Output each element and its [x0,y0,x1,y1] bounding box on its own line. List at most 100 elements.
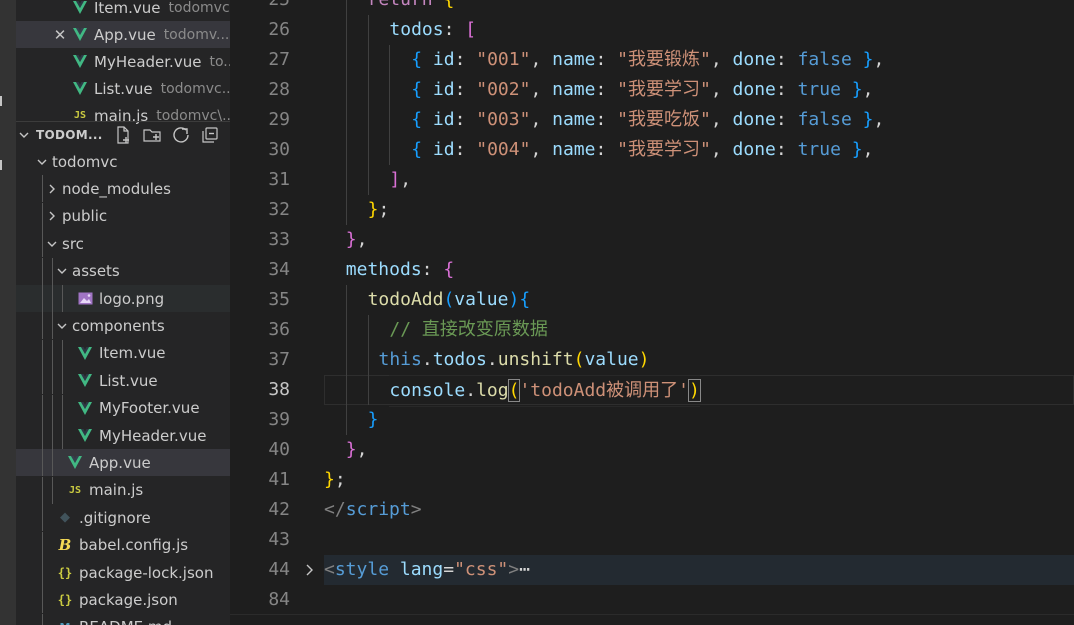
chevron-down-icon [34,156,50,168]
indent-guide [52,394,53,422]
indent-guide [367,75,369,105]
line-number: 27 [268,49,290,70]
chevron-down-icon [54,320,70,332]
folder-item[interactable]: components [16,312,230,340]
indent-guide [52,422,53,449]
code-line[interactable]: 39} [230,405,1074,435]
indent-guide [345,165,347,195]
folder-item[interactable]: public [16,202,230,230]
file-item[interactable]: MyFooter.vue [16,394,230,422]
code-token: , [862,139,874,160]
code-line[interactable]: 33}, [230,225,1074,255]
indent-guide [52,312,53,340]
code-line[interactable]: 29 { id: "003", name: "我要吃饭", done: false… [230,105,1074,135]
code-token: "002" [476,79,531,100]
indent-guide [345,405,347,435]
file-item[interactable]: List.vue [16,367,230,395]
indent-guide [367,165,369,195]
open-editor-path: to... [209,53,230,70]
code-text: ], [389,165,411,195]
code-line[interactable]: 84 [230,585,1074,615]
tree-item-label: Item.vue [99,344,166,363]
code-text: { id: "001", name: "我要锻炼", done: false }… [411,45,884,75]
code-line[interactable]: 38 console.log('todoAdd被调用了') [230,375,1074,407]
horizontal-scrollbar[interactable] [230,614,1074,625]
code-token: { [411,79,423,100]
refresh-icon[interactable] [171,125,191,145]
open-editor-item[interactable]: List.vue todomvc... [16,75,230,102]
code-line[interactable]: 41}; [230,465,1074,495]
code-text: return { [368,0,455,15]
code-token: : [775,49,798,70]
code-token: ) [638,349,650,370]
code-line[interactable]: 40}, [230,435,1074,465]
code-token: ; [334,469,346,490]
code-line[interactable]: 32}; [230,195,1074,225]
code-token: : [421,259,444,280]
open-editor-item[interactable]: Item.vue todomvc [16,0,230,21]
file-item[interactable]: M README.md [16,613,230,625]
code-editor[interactable]: 25return {26todos: [ 27 { id: "001", name:… [230,0,1074,625]
file-item[interactable]: {} package-lock.json [16,559,230,586]
chevron-right-icon[interactable] [303,555,319,577]
open-editor-item[interactable]: ✕ App.vue todomv... [16,21,230,48]
line-number: 40 [268,439,290,460]
code-token: < [324,559,335,580]
indent-guide [345,75,347,105]
code-line[interactable]: 31], [230,165,1074,195]
line-number: 31 [268,169,290,190]
code-token: value [454,289,509,310]
tree-item-label: README.md [79,618,172,625]
code-line[interactable]: 28 { id: "002", name: "我要学习", done: true … [230,75,1074,105]
code-text: }; [324,465,346,495]
code-line[interactable]: 34 methods: { [230,255,1074,285]
new-folder-icon[interactable] [142,125,162,145]
code-line[interactable]: 36 // 直接改变原数据 [230,315,1074,345]
file-item[interactable]: JS main.js [16,476,230,504]
code-line[interactable]: 26 todos: [ [230,15,1074,45]
code-line[interactable]: 35 todoAdd(value){ [230,285,1074,315]
indent-guide [62,285,63,312]
file-item[interactable]: logo.png [16,285,230,312]
code-line[interactable]: 43 [230,525,1074,555]
file-item[interactable]: {} package.json [16,586,230,614]
code-token: ⋯ [519,559,530,580]
indent-guide [42,285,43,312]
folder-item[interactable]: assets [16,257,230,285]
file-item[interactable]: Item.vue [16,339,230,367]
line-number: 43 [268,529,290,550]
collapse-all-icon[interactable] [200,125,220,145]
indent-guide [42,531,43,559]
file-item[interactable]: MyHeader.vue [16,422,230,449]
code-token: { [443,0,454,10]
open-editor-name: MyHeader.vue [94,52,202,71]
tree-item-label: main.js [89,481,144,500]
indent-guide [367,135,369,165]
indent-guide [389,45,391,75]
code-token: : [775,139,798,160]
code-line[interactable]: 37 this.todos.unshift(value) [230,345,1074,375]
code-line[interactable]: 44 <style lang="css">⋯ [230,555,1074,585]
folder-item[interactable]: src [16,230,230,258]
indent-guide [389,105,391,135]
open-editor-item[interactable]: MyHeader.vue to... [16,48,230,75]
code-line[interactable]: 27 { id: "001", name: "我要锻炼", done: false… [230,45,1074,75]
code-line[interactable]: 30 { id: "004", name: "我要学习", done: true … [230,135,1074,165]
explorer-section-header[interactable]: TODOM... [16,121,230,148]
code-line[interactable]: 25 return { [230,0,1074,15]
code-text: } [368,405,379,435]
code-line[interactable]: 42 </script> [230,495,1074,525]
indent-guide [42,613,43,625]
code-text: todoAdd(value){ [368,285,531,315]
close-icon[interactable]: ✕ [49,26,71,44]
file-item[interactable]: ◆ .gitignore [16,504,230,532]
js-icon: JS [73,110,87,121]
file-item[interactable]: Bbabel.config.js [16,531,230,559]
folder-item[interactable]: todomvc [16,148,230,175]
code-token: done [732,139,776,160]
tree-item-label: assets [72,262,120,281]
file-item[interactable]: App.vue [16,449,230,477]
new-file-icon[interactable] [113,125,133,145]
folder-item[interactable]: node_modules [16,175,230,203]
